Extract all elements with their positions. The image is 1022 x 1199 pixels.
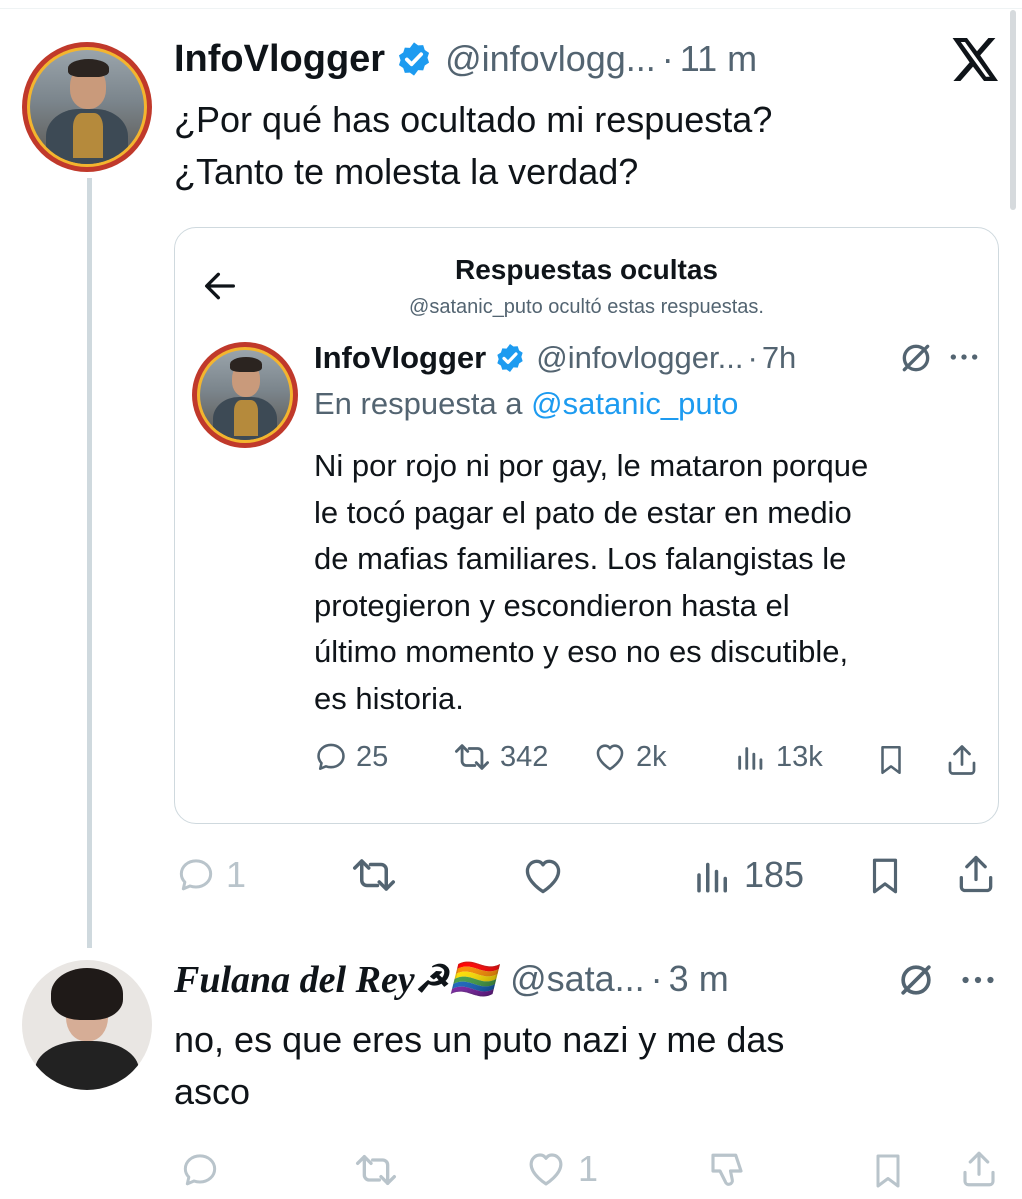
tweet-header: InfoVlogger @infovlogg... · 11 m <box>174 36 757 82</box>
reply-count: 25 <box>356 740 389 773</box>
author-name[interactable]: InfoVlogger <box>174 38 385 81</box>
x-logo-icon <box>952 38 1000 82</box>
reply-count: 1 <box>226 854 247 895</box>
tweet-text: ¿Por qué has ocultado mi respuesta? ¿Tan… <box>174 94 772 198</box>
reply-icon[interactable] <box>180 1150 220 1190</box>
meta-separator: · <box>650 958 663 999</box>
hidden-replies-subtitle: @satanic_puto ocultó estas respuestas. <box>409 296 764 318</box>
reply-context: En respuesta a @satanic_puto <box>314 386 738 422</box>
thread-connector-line <box>87 178 92 948</box>
quoted-time[interactable]: 7h <box>762 340 796 376</box>
reply-icon <box>179 859 213 891</box>
heart-icon <box>529 1153 563 1186</box>
quoted-reply-button[interactable]: 25 <box>314 740 388 774</box>
reply-to-link[interactable]: @satanic_puto <box>531 386 738 421</box>
quoted-handle[interactable]: @infovlogger... <box>536 340 743 376</box>
author-handle[interactable]: @infovlogg... <box>445 38 656 80</box>
reply-text: no, es que eres un puto nazi y me das as… <box>174 1014 784 1118</box>
hidden-replies-title: Respuestas ocultas <box>455 254 718 285</box>
hidden-reply-icon[interactable] <box>894 958 938 1002</box>
dislike-icon[interactable] <box>706 1150 748 1192</box>
heart-icon <box>596 744 624 771</box>
views-count: 13k <box>776 740 823 773</box>
fulana-avatar[interactable] <box>22 960 152 1090</box>
top-divider <box>0 8 1022 9</box>
quoted-bookmark-icon[interactable] <box>874 742 908 778</box>
infovlogger-avatar[interactable] <box>22 42 152 172</box>
repost-icon[interactable] <box>348 854 400 896</box>
quoted-like-button[interactable]: 2k <box>592 740 667 774</box>
reply-context-prefix: En respuesta a <box>314 386 532 421</box>
views-button[interactable]: 185 <box>692 854 804 896</box>
repost-icon <box>455 744 490 770</box>
reply-handle[interactable]: @sata... <box>510 958 645 1000</box>
quoted-views-button[interactable]: 13k <box>734 740 823 774</box>
quoted-body-line: último momento y eso no es discutible, <box>314 634 849 669</box>
views-chart-icon <box>738 747 763 770</box>
views-chart-icon <box>697 862 727 893</box>
meta-separator: · <box>747 340 758 375</box>
views-count: 185 <box>744 854 805 895</box>
reply-like-button[interactable]: 1 <box>524 1148 598 1190</box>
reply-button[interactable]: 1 <box>176 854 246 896</box>
more-options-icon[interactable] <box>958 966 998 994</box>
quoted-repost-button[interactable]: 342 <box>452 740 548 774</box>
tweet-time[interactable]: 11 m <box>680 38 757 80</box>
scrollbar[interactable] <box>1010 10 1016 210</box>
reply-time[interactable]: 3 m <box>669 958 729 1000</box>
reply-header: Fulana del Rey☭🏳️‍🌈 @sata... · 3 m <box>174 956 729 1002</box>
tweet-text-line: ¿Por qué has ocultado mi respuesta? <box>174 99 773 140</box>
meta-separator: · <box>661 38 674 79</box>
share-icon[interactable] <box>958 1148 1000 1190</box>
reply-icon <box>317 743 345 771</box>
quoted-body-line: Ni por rojo ni por gay, le mataron porqu… <box>314 448 869 483</box>
quoted-body: Ni por rojo ni por gay, le mataron porqu… <box>314 443 868 722</box>
quoted-body-line: protegieron y escondieron hasta el <box>314 587 790 623</box>
like-count: 2k <box>636 740 667 773</box>
quoted-share-icon[interactable] <box>944 742 980 778</box>
like-count: 1 <box>578 1148 599 1189</box>
quoted-avatar[interactable] <box>192 342 298 448</box>
reply-text-line: no, es que eres un puto nazi y me das <box>174 1019 785 1060</box>
share-icon[interactable] <box>954 852 998 896</box>
verified-badge-icon <box>494 342 526 374</box>
hidden-reply-icon[interactable] <box>896 338 936 378</box>
quoted-body-line: es historia. <box>314 680 464 716</box>
quoted-body-line: de mafias familiares. Los falangistas le <box>314 541 847 576</box>
repost-count: 342 <box>500 740 549 773</box>
reply-text-line: asco <box>174 1071 251 1112</box>
quoted-body-line: le tocó pagar el pato de estar en medio <box>314 494 852 530</box>
repost-icon[interactable] <box>352 1150 400 1190</box>
reply-author-name[interactable]: Fulana del Rey☭🏳️‍🌈 <box>174 957 496 1002</box>
like-heart-icon[interactable] <box>520 854 566 898</box>
tweet-text-line: ¿Tanto te molesta la verdad? <box>174 151 639 192</box>
more-options-icon[interactable] <box>948 345 980 369</box>
bookmark-icon[interactable] <box>864 854 906 898</box>
verified-badge-icon <box>395 40 433 78</box>
quoted-author-name[interactable]: InfoVlogger <box>314 340 486 376</box>
quoted-header: InfoVlogger @infovlogger... · 7h <box>314 336 796 380</box>
bookmark-icon[interactable] <box>868 1150 908 1192</box>
